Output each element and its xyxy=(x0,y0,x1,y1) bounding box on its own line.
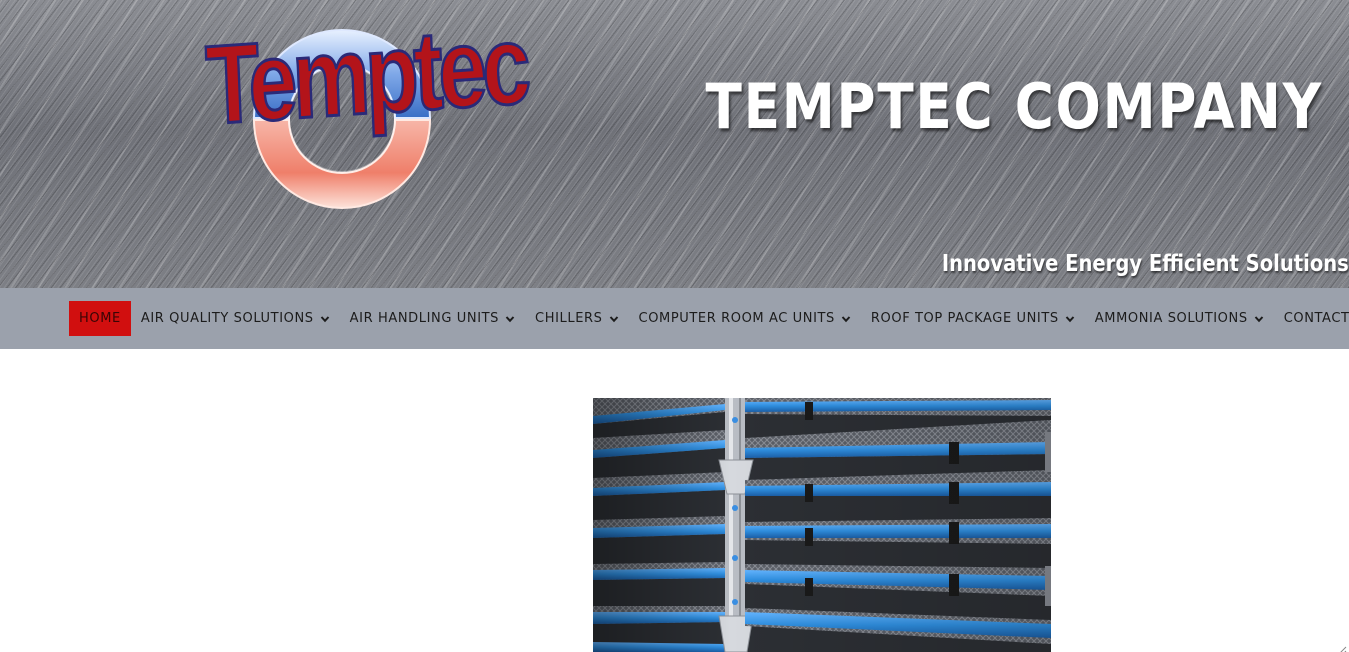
nav-item-chillers[interactable]: CHILLERS xyxy=(525,301,628,336)
nav-item-label: HOME xyxy=(79,311,121,326)
temptec-logo[interactable]: Temptec xyxy=(190,0,530,222)
main-navigation: HOME AIR QUALITY SOLUTIONS AIR HANDLING … xyxy=(0,288,1349,349)
nav-item-label: AMMONIA SOLUTIONS xyxy=(1094,311,1248,326)
nav-item-label: ROOF TOP PACKAGE UNITS xyxy=(870,311,1059,326)
chevron-down-icon xyxy=(1065,314,1075,324)
resize-grip-icon[interactable] xyxy=(1337,640,1347,652)
header-banner: Temptec TEMPTEC COMPANY Innovative Energ… xyxy=(0,0,1349,288)
filter-rack-illustration xyxy=(593,398,1051,652)
company-title: TEMPTEC COMPANY xyxy=(705,70,1323,143)
nav-item-home[interactable]: HOME xyxy=(69,301,131,336)
chevron-down-icon xyxy=(320,314,330,324)
nav-item-label: AIR HANDLING UNITS xyxy=(349,311,500,326)
nav-item-label: AIR QUALITY SOLUTIONS xyxy=(140,311,314,326)
page: Temptec TEMPTEC COMPANY Innovative Energ… xyxy=(0,0,1349,652)
nav-item-air-handling-units[interactable]: AIR HANDLING UNITS xyxy=(340,301,525,336)
nav-item-roof-top-package-units[interactable]: ROOF TOP PACKAGE UNITS xyxy=(861,301,1085,336)
company-tagline: Innovative Energy Efficient Solutions xyxy=(942,251,1349,277)
air-filter-bank-image xyxy=(593,398,1051,652)
chevron-down-icon xyxy=(505,314,515,324)
nav-item-air-quality-solutions[interactable]: AIR QUALITY SOLUTIONS xyxy=(131,301,340,336)
nav-item-ammonia-solutions[interactable]: AMMONIA SOLUTIONS xyxy=(1085,301,1274,336)
nav-item-label: COMPUTER ROOM AC UNITS xyxy=(638,311,835,326)
nav-item-label: CHILLERS xyxy=(535,311,603,326)
chevron-down-icon xyxy=(841,314,851,324)
nav-item-computer-room-ac-units[interactable]: COMPUTER ROOM AC UNITS xyxy=(629,301,861,336)
nav-item-label: CONTACT US xyxy=(1283,311,1349,326)
chevron-down-icon xyxy=(1254,314,1264,324)
nav-menu: HOME AIR QUALITY SOLUTIONS AIR HANDLING … xyxy=(69,301,1349,336)
logo-wordmark: Temptec xyxy=(202,0,529,149)
nav-item-contact-us[interactable]: CONTACT US xyxy=(1274,301,1349,336)
chevron-down-icon xyxy=(609,314,619,324)
